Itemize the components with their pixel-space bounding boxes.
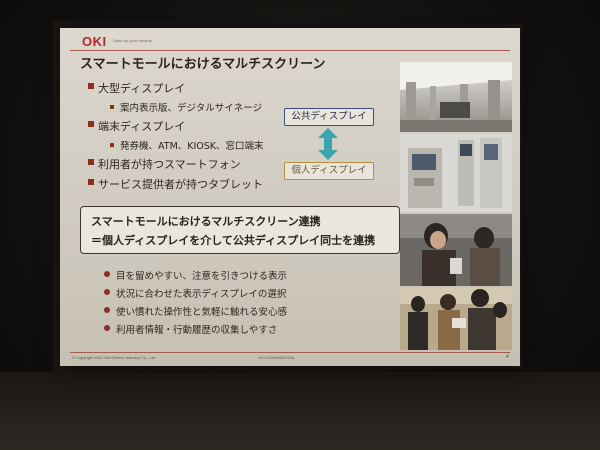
bullet-tablet: サービス提供者が持つタブレット bbox=[88, 176, 264, 196]
callout-heading: スマートモールにおけるマルチスクリーン連携 bbox=[91, 215, 321, 228]
point-label: 利用者情報・行動履歴の収集しやすさ bbox=[116, 325, 278, 336]
bullet-label: 利用者が持つスマートフォン bbox=[98, 158, 241, 171]
public-display-label: 公共ディスプレイ bbox=[284, 108, 374, 126]
room-floor bbox=[0, 372, 600, 450]
bullet-label: サービス提供者が持つタブレット bbox=[98, 178, 263, 191]
sub-bullet-label: 案内表示版、デジタルサイネージ bbox=[120, 103, 263, 114]
sub-bullet-marker bbox=[110, 105, 114, 109]
bullet-smartphone: 利用者が持つスマートフォン bbox=[88, 156, 264, 176]
slide-title: スマートモールにおけるマルチスクリーン bbox=[80, 57, 326, 72]
bullet-large-display: 大型ディスプレイ bbox=[88, 80, 264, 100]
point-marker bbox=[104, 307, 110, 313]
point-marker bbox=[104, 271, 110, 277]
kiosk-terminals-photo bbox=[400, 134, 512, 212]
logo-tagline: Open up your dreams bbox=[113, 38, 152, 43]
smartphone-user-photo bbox=[400, 214, 512, 286]
point-marker bbox=[104, 289, 110, 295]
title-divider bbox=[70, 50, 510, 51]
presentation-slide: OKI Open up your dreams スマートモールにおけるマルチスク… bbox=[60, 28, 520, 366]
bullet-marker bbox=[88, 179, 94, 185]
summary-callout-box: スマートモールにおけるマルチスクリーン連携 ＝個人ディスプレイを介して公共ディス… bbox=[80, 206, 400, 254]
bullet-terminal-display: 端末ディスプレイ bbox=[88, 118, 264, 138]
page-number: 4 bbox=[506, 354, 509, 360]
bullet-marker bbox=[88, 83, 94, 89]
sub-bullet-marker bbox=[110, 143, 114, 147]
benefit-points-list: 目を留めやすい、注意を引きつける表示 状況に合わせた表示ディスプレイの選択 使い… bbox=[104, 268, 288, 340]
callout-definition: ＝個人ディスプレイを介して公共ディスプレイ同士を連携 bbox=[91, 234, 376, 247]
bullet-marker bbox=[88, 121, 94, 127]
personal-display-label: 個人ディスプレイ bbox=[284, 162, 374, 180]
mall-interior-photo bbox=[400, 62, 512, 132]
benefit-point: 目を留めやすい、注意を引きつける表示 bbox=[104, 268, 288, 286]
footer-divider bbox=[70, 352, 510, 353]
bullet-label: 端末ディスプレイ bbox=[98, 120, 186, 133]
double-arrow-vertical-icon bbox=[318, 128, 338, 160]
bullet-label: 大型ディスプレイ bbox=[98, 82, 186, 95]
point-label: 状況に合わせた表示ディスプレイの選択 bbox=[116, 289, 287, 300]
benefit-point: 利用者情報・行動履歴の収集しやすさ bbox=[104, 322, 287, 340]
tablet-staff-photo bbox=[400, 288, 512, 350]
point-label: 使い慣れた操作性と気軽に触れる安心感 bbox=[116, 307, 288, 318]
bullet-marker bbox=[88, 159, 94, 165]
sub-bullet-label: 発券機、ATM、KIOSK、窓口端末 bbox=[120, 141, 264, 152]
oki-logo: OKI bbox=[82, 34, 107, 49]
confidential-label: OKI CONFIDENTIAL bbox=[258, 355, 296, 360]
benefit-point: 使い慣れた操作性と気軽に触れる安心感 bbox=[104, 304, 288, 322]
benefit-point: 状況に合わせた表示ディスプレイの選択 bbox=[104, 286, 287, 304]
sub-bullet-terminal-display: 発券機、ATM、KIOSK、窓口端末 bbox=[98, 138, 264, 156]
point-label: 目を留めやすい、注意を引きつける表示 bbox=[116, 271, 288, 282]
point-marker bbox=[104, 325, 110, 331]
display-types-list: 大型ディスプレイ 案内表示版、デジタルサイネージ 端末ディスプレイ 発券機、AT… bbox=[88, 80, 264, 196]
sub-bullet-large-display: 案内表示版、デジタルサイネージ bbox=[98, 100, 264, 118]
copyright-text: © Copyright 2012 Oki Electric Industry C… bbox=[72, 355, 157, 360]
